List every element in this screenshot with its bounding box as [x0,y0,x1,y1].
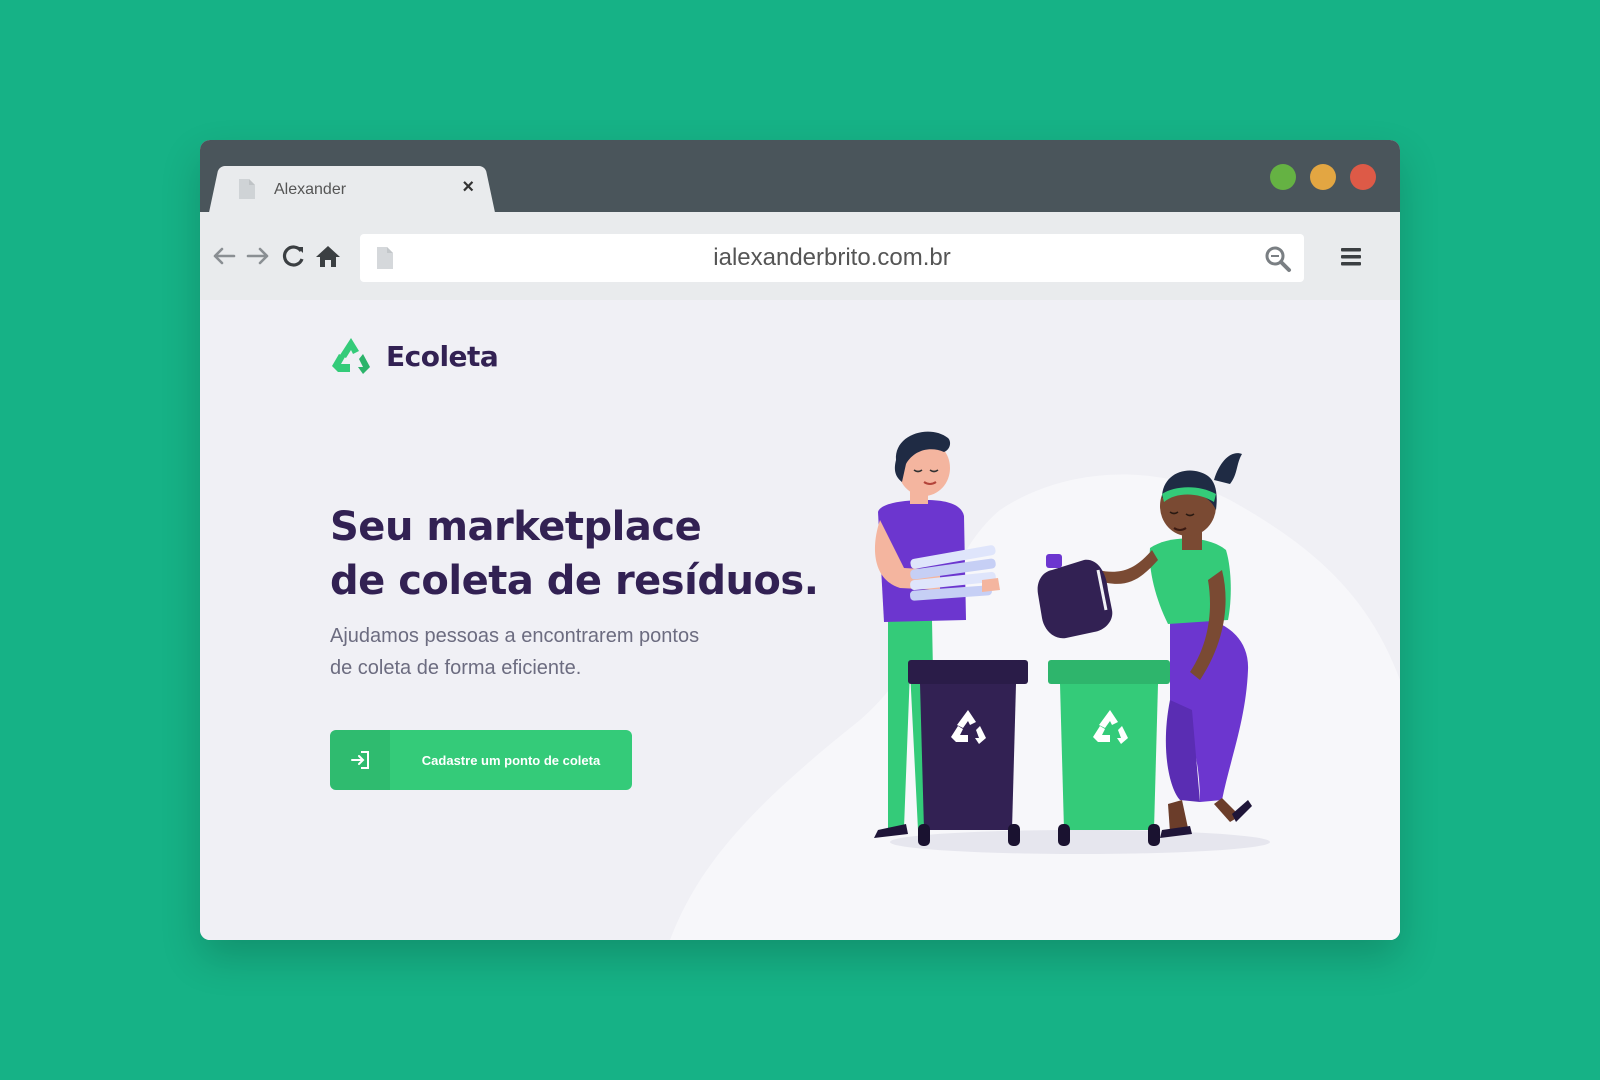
close-window-button[interactable] [1350,164,1376,190]
subtitle-line-1: Ajudamos pessoas a encontrarem pontos [330,625,700,647]
tab-title: Alexander [274,181,347,198]
recycle-icon [332,338,370,374]
register-collection-point-button[interactable]: Cadastre um ponto de coleta [330,730,632,790]
page-subtitle: Ajudamos pessoas a encontrarem pontos de… [330,620,750,684]
home-icon[interactable] [314,242,342,270]
page-content: Ecoleta Seu marketplace de coleta de res… [200,300,1400,940]
search-icon[interactable] [1264,245,1292,273]
address-url[interactable]: ialexanderbrito.com.br [360,244,1304,272]
tab-close-button[interactable]: × [462,176,474,199]
brand-name: Ecoleta [386,339,499,373]
forward-arrow-icon[interactable] [244,242,272,270]
subtitle-line-2: de coleta de forma eficiente. [330,657,582,679]
brand-logo[interactable]: Ecoleta [330,336,499,376]
browser-window: Alexander × ialexanderbrito.com.br Ecole… [200,140,1400,940]
page-headline: Seu marketplace de coleta de resíduos. [330,500,850,608]
cta-label: Cadastre um ponto de coleta [421,752,601,768]
people-recycling-illustration [874,431,1270,854]
sign-in-icon [330,730,390,790]
headline-line-2: de coleta de resíduos. [330,558,819,604]
reload-icon[interactable] [280,242,308,270]
maximize-window-button[interactable] [1270,164,1296,190]
document-icon [239,179,255,199]
address-bar[interactable]: ialexanderbrito.com.br [360,234,1304,282]
minimize-window-button[interactable] [1310,164,1336,190]
hamburger-menu-icon[interactable] [1340,246,1362,268]
back-arrow-icon[interactable] [210,242,238,270]
browser-toolbar: ialexanderbrito.com.br [200,212,1400,300]
browser-tab[interactable]: Alexander × [222,166,482,212]
browser-title-bar: Alexander × [200,140,1400,212]
headline-line-1: Seu marketplace [330,504,702,550]
